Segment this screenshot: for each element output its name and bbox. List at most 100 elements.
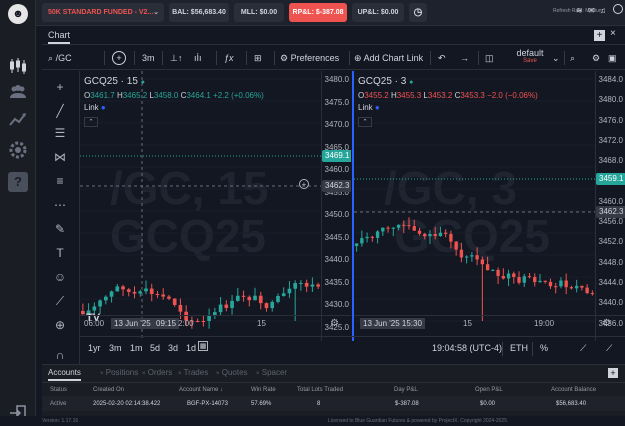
zoom-icon[interactable]: ⌕ [570,51,575,65]
live-dot-icon: ● [140,79,145,86]
balance-badge: BAL: $56,683.40 [169,3,229,22]
chart-link[interactable]: Link ● [358,103,380,112]
candle-body [559,280,563,287]
indicators-icon[interactable]: ƒx [224,51,234,65]
col-win-rate[interactable]: Win Rate [251,387,276,393]
chart-link[interactable]: Link ● [84,103,106,112]
bar-style-icon[interactable]: ⊥↑ [170,51,182,65]
range-5d[interactable]: 5d [150,341,160,355]
pattern-icon[interactable]: ⋯ [52,197,68,213]
add-symbol-icon[interactable]: + [112,51,126,65]
close-panel-icon[interactable]: × [610,28,616,39]
templates-icon[interactable]: ⊞ [254,51,262,65]
candle-body [444,232,448,234]
emoji-icon[interactable]: ☺ [52,269,68,285]
chart-right-plot[interactable] [354,71,595,341]
measure-icon[interactable]: ⟋ [606,341,612,355]
tab-chart[interactable]: Chart [48,30,71,44]
trendline-icon[interactable]: ╱ [52,103,68,119]
add-chart-link-button[interactable]: ⊕ Add Chart Link [354,51,423,65]
col-account-balance[interactable]: Account Balance [551,387,596,393]
settings-icon[interactable]: ⚙ [592,51,600,65]
col-open-pnl[interactable]: Open P&L [475,387,503,393]
parallel-lines-icon[interactable]: ☰ [52,125,68,141]
magnet-icon[interactable]: ∩ [52,347,68,363]
col-status[interactable]: Status [50,387,67,393]
col-created-on[interactable]: Created On [93,387,124,393]
fib-icon[interactable]: ≡ [52,173,68,189]
pitchfork-icon[interactable]: ⋈ [52,149,68,165]
bell-icon[interactable]: ♫ [600,6,606,15]
text-icon[interactable]: T [52,245,68,261]
crosshair-icon[interactable]: + [52,79,68,95]
preferences-button[interactable]: ⚙ Preferences [280,51,339,65]
range-3d[interactable]: 3d [168,341,178,355]
col-day-pnl[interactable]: Day P&L [394,387,418,393]
layout-icon[interactable]: ◫ [485,51,494,65]
divider [216,51,217,65]
interval-select[interactable]: 3m [142,51,155,65]
clock-display[interactable]: 19:04:58 (UTC-4) [432,341,502,355]
chart-left-plot[interactable] [80,71,321,341]
chart-left[interactable]: /GC, 15 GCQ25 GCQ25 · 15 ● O3461.7 H3465… [80,71,351,341]
col-total-lots[interactable]: Total Lots Traded [297,387,343,393]
profile-icon[interactable] [613,4,623,14]
chart-settings-icon[interactable]: ⚙ [330,318,339,329]
add-panel-icon[interactable]: + [594,30,605,41]
undo-icon[interactable]: ↶ [438,51,446,65]
tab-positions[interactable]: × Positions [100,368,138,377]
price-axis-left[interactable]: 3480.0 3475.0 3470.0 3465.0 3460.0 3455.0 3450… [321,71,351,341]
time-axis-right[interactable]: 13 Jun '25 15:30 15 19:00 ⚙ [354,315,625,333]
clock-icon[interactable]: ◷ [409,3,427,22]
range-1yr[interactable]: 1yr [88,341,101,355]
layout-select[interactable]: default Save [510,48,550,64]
range-3m[interactable]: 3m [109,341,122,355]
notification-icon[interactable]: ✉ [588,6,595,15]
percent-toggle[interactable]: % [540,341,548,355]
tab-quotes[interactable]: × Quotes [216,368,248,377]
tab-spacer[interactable]: × Spacer [256,368,287,377]
license-label: Licensed to Blue Guardian Futures & powe… [328,418,507,424]
ohlc-open: 3461.7 [90,91,115,100]
analytics-icon[interactable] [8,110,28,130]
brush-icon[interactable]: ✎ [52,221,68,237]
candle-body [423,233,427,237]
range-1m[interactable]: 1m [130,341,143,355]
range-1d[interactable]: 1d [186,341,196,355]
snapshot-icon[interactable]: ▣ [608,51,617,65]
x-tick: 15 [463,319,472,328]
chart-right-title: GCQ25 · 3 ● [358,76,413,87]
collapse-legend-icon[interactable]: ⌃ [358,117,372,127]
chart-right[interactable]: /GC, 3 GCQ25 GCQ25 · 3 ● O3455.2 H3455.3… [352,71,625,341]
version-label: Version: 1.17.16 [42,418,79,424]
add-order-icon[interactable]: + [299,179,309,189]
gear-icon[interactable] [8,140,28,160]
candle-body [270,301,275,309]
symbol-search[interactable]: ⌕ /GC [48,51,72,65]
chart-settings-icon[interactable]: ⚙ [602,318,611,329]
chevron-down-icon[interactable]: ⌄ [552,51,560,65]
tab-orders[interactable]: × Orders [142,368,172,377]
session-toggle[interactable]: ETH [510,341,528,355]
add-tab-icon[interactable]: + [608,368,618,378]
users-icon[interactable] [8,82,28,102]
col-account-name[interactable]: Account Name ↓ [179,387,223,393]
help-icon[interactable]: ? [8,172,28,192]
account-select-label: 50K STANDARD FUNDED - V2... [48,9,154,16]
redo-icon[interactable]: → [460,51,469,65]
table-row[interactable]: Active 2025-02-20 02:14:38.422 BGF-PX-14… [42,396,625,411]
gear-icon: ⚙ [280,53,289,63]
account-select[interactable]: 50K STANDARD FUNDED - V2... ⌄ [42,3,164,22]
candle-body [501,275,505,279]
ruler-icon[interactable]: ⟋ [52,293,68,309]
collapse-legend-icon[interactable]: ⌃ [84,117,98,127]
tab-accounts[interactable]: Accounts [48,368,81,381]
time-axis-left[interactable]: 06:00 13 Jun '25 09:15 2:00 15 ⚙ [80,315,351,333]
goto-date-icon[interactable]: ▦ [198,341,208,351]
chart-nav-icon[interactable] [8,56,28,76]
link-label: Link [84,103,99,112]
tab-trades[interactable]: × Trades [178,368,208,377]
auto-scale-icon[interactable]: ⟋ [580,341,586,355]
zoom-in-icon[interactable]: ⊕ [52,317,68,333]
candle-style-icon[interactable]: ıİı [194,51,202,65]
